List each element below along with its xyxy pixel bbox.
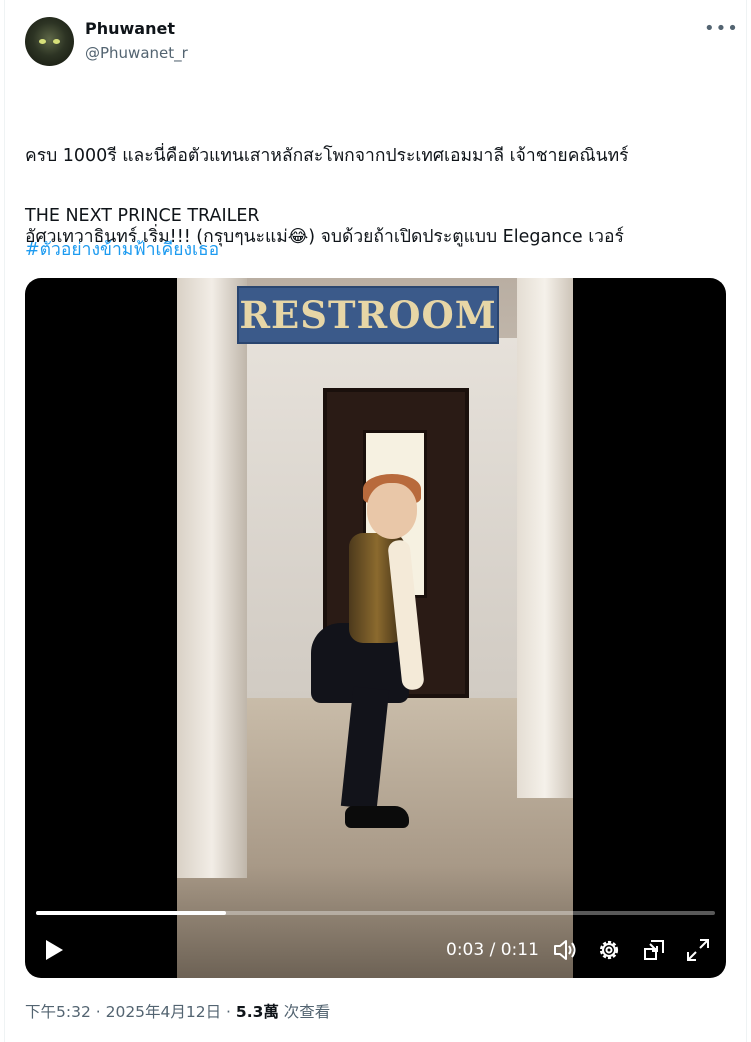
author-handle[interactable]: @Phuwanet_r (85, 44, 188, 62)
video-time-separator: / (484, 940, 501, 960)
settings-gear-icon[interactable] (596, 937, 622, 963)
person-shoe (345, 806, 409, 828)
separator-dot: · (90, 1003, 106, 1021)
video-frame: RESTROOM (177, 278, 573, 978)
video-duration: 0:11 (500, 940, 539, 960)
fullscreen-icon[interactable] (685, 937, 711, 963)
person-head (367, 483, 417, 539)
play-icon[interactable] (43, 938, 65, 962)
video-progress-bar[interactable] (36, 911, 715, 915)
tweet-trailer-line: THE NEXT PRINCE TRAILER (25, 206, 260, 226)
author-name[interactable]: Phuwanet (85, 19, 175, 38)
video-controls: 0:03 / 0:11 (25, 928, 726, 972)
video-current-time: 0:03 (446, 940, 485, 960)
tweet-line: ครบ 1000รี และนี่คือตัวแทนเสาหลักสะโพกจา… (25, 146, 629, 166)
hashtag-link[interactable]: #ตัวอย่างข้ามฟ้าเคียงเธอ (25, 235, 219, 263)
view-count-label: 次查看 (278, 1003, 331, 1021)
tweet-time[interactable]: 下午5:32 (25, 1003, 91, 1021)
avatar[interactable] (25, 17, 74, 66)
more-dots-icon[interactable]: ••• (704, 18, 739, 39)
video-time: 0:03 / 0:11 (446, 940, 539, 960)
tweet-meta: 下午5:32 · 2025年4月12日 · 5.3萬 次查看 (25, 1000, 330, 1022)
view-count: 5.3萬 (235, 1003, 279, 1021)
restroom-sign: RESTROOM (237, 286, 499, 344)
separator-dot: · (221, 1003, 236, 1021)
video-player[interactable]: RESTROOM 0:03 / 0:11 (25, 278, 726, 978)
avatar-eye-left (39, 39, 46, 44)
picture-in-picture-icon[interactable] (641, 937, 667, 963)
scene-pillar-right (517, 278, 573, 798)
avatar-eye-right (53, 39, 60, 44)
video-progress-fill (36, 911, 227, 915)
tweet-date[interactable]: 2025年4月12日 (106, 1003, 222, 1021)
restroom-sign-text: RESTROOM (239, 293, 497, 337)
scene-pillar-left (177, 278, 247, 878)
volume-icon[interactable] (552, 937, 578, 963)
